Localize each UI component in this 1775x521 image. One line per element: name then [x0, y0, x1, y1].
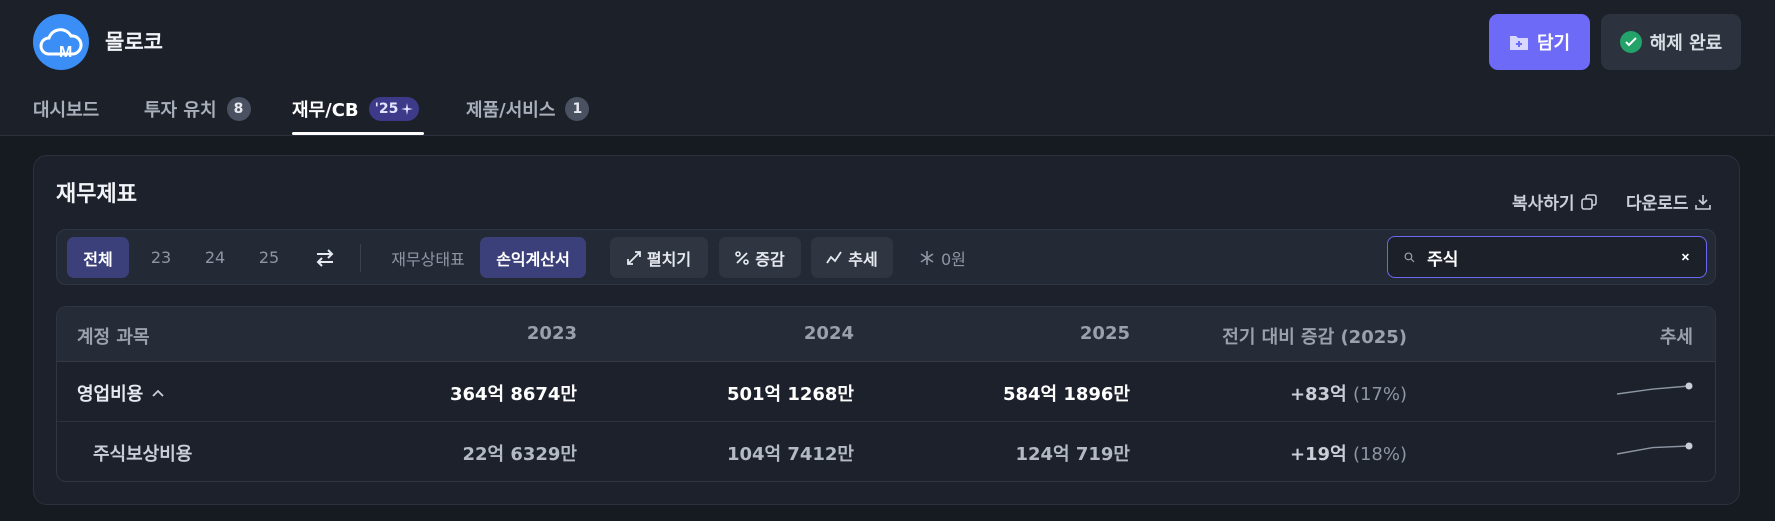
header-trend: 추세	[1659, 327, 1693, 348]
search-box	[1387, 236, 1707, 278]
year-filter-2023[interactable]: 23	[139, 237, 183, 278]
download-icon	[1694, 194, 1711, 210]
financial-statements-panel: 재무제표 복사하기 다운로드 전체 23 24 25 재무상태표 손익계산서 펼…	[33, 155, 1740, 505]
year-filter-2025[interactable]: 25	[247, 237, 291, 278]
change-value: +19억 (18%)	[1289, 444, 1407, 465]
search-icon	[1404, 251, 1415, 262]
svg-text:M: M	[59, 44, 72, 60]
value-2025: 584억 1896만	[1002, 384, 1130, 405]
sparkline-end-dot	[1685, 382, 1693, 390]
check-icon	[1619, 31, 1642, 53]
folder-plus-icon	[1509, 36, 1528, 50]
year-filter-2024[interactable]: 24	[193, 237, 237, 278]
statement-income[interactable]: 손익계산서	[480, 237, 586, 278]
value-2023: 22억 6329만	[462, 444, 577, 465]
tab-count-badge: 8	[226, 97, 251, 121]
sparkline-path	[1616, 445, 1690, 455]
sparkle-icon	[401, 103, 414, 115]
table-row[interactable]: 영업비용 364억 8674만 501억 1268만 584억 1896만 +8…	[57, 362, 1715, 422]
financial-table: 계정 과목 2023 2024 2025 전기 대비 증감 (2025) 추세 …	[56, 306, 1716, 482]
header-2025: 2025	[1079, 323, 1130, 344]
sparkline-end-dot	[1685, 442, 1693, 450]
trend-sparkline	[1616, 382, 1693, 395]
swap-button[interactable]	[301, 237, 349, 278]
header-2023: 2023	[526, 323, 577, 344]
cloud-icon: M	[39, 28, 83, 60]
save-button[interactable]: 담기	[1489, 14, 1590, 70]
tab-dashboard[interactable]: 대시보드	[33, 96, 99, 122]
percent-icon	[735, 250, 750, 265]
tab-count-badge: 1	[565, 97, 590, 121]
header-2024: 2024	[803, 323, 854, 344]
hide-zero-toggle[interactable]: 0원	[919, 237, 966, 278]
value-2024: 501억 1268만	[726, 384, 854, 405]
download-button[interactable]: 다운로드	[1626, 189, 1711, 214]
year-filter-all[interactable]: 전체	[67, 237, 129, 278]
value-2024: 104억 7412만	[726, 444, 854, 465]
toolbar-divider	[360, 244, 361, 272]
statement-balance-sheet[interactable]: 재무상태표	[371, 237, 485, 278]
trend-line-icon	[826, 251, 843, 263]
search-input[interactable]	[1427, 247, 1670, 267]
active-tab-indicator	[292, 132, 424, 135]
change-value: +83억 (17%)	[1289, 384, 1407, 405]
clear-icon[interactable]	[1681, 251, 1690, 263]
chevron-up-icon[interactable]	[151, 388, 165, 398]
table-header: 계정 과목 2023 2024 2025 전기 대비 증감 (2025) 추세	[57, 307, 1715, 362]
value-2023: 364억 8674만	[449, 384, 577, 405]
sparkline-path	[1616, 385, 1690, 395]
asterisk-icon	[920, 250, 934, 265]
trend-sparkline	[1616, 442, 1693, 455]
expand-icon	[627, 250, 641, 265]
tab-investment[interactable]: 투자 유치 8	[144, 96, 251, 122]
account-name: 주식보상비용	[93, 444, 193, 465]
tab-finance[interactable]: 재무/CB '25	[292, 96, 420, 122]
value-2025: 124억 719만	[1015, 444, 1130, 465]
year-badge: '25	[368, 97, 420, 121]
release-complete-button[interactable]: 해제 완료	[1601, 14, 1741, 70]
expand-button[interactable]: 펼치기	[610, 237, 708, 278]
copy-button[interactable]: 복사하기	[1512, 189, 1597, 214]
panel-title: 재무제표	[56, 182, 137, 207]
swap-arrows-icon	[316, 248, 334, 267]
copy-icon	[1580, 193, 1597, 210]
company-logo: M	[33, 14, 89, 70]
account-name[interactable]: 영업비용	[77, 380, 165, 406]
change-button[interactable]: 증감	[719, 237, 801, 278]
tab-products[interactable]: 제품/서비스 1	[466, 96, 590, 122]
trend-button[interactable]: 추세	[811, 237, 893, 278]
company-name: 몰로코	[105, 30, 163, 54]
filter-toolbar: 전체 23 24 25 재무상태표 손익계산서 펼치기 증감 추세 0원 주식	[56, 229, 1716, 285]
table-row[interactable]: 주식보상비용 22억 6329만 104억 7412만 124억 719만 +1…	[57, 422, 1715, 481]
header-change: 전기 대비 증감 (2025)	[1222, 327, 1407, 348]
app-header: M 몰로코 담기 해제 완료 대시보드 투자 유치 8 재무/CB '25 제품…	[0, 0, 1775, 136]
header-account: 계정 과목	[77, 327, 150, 348]
